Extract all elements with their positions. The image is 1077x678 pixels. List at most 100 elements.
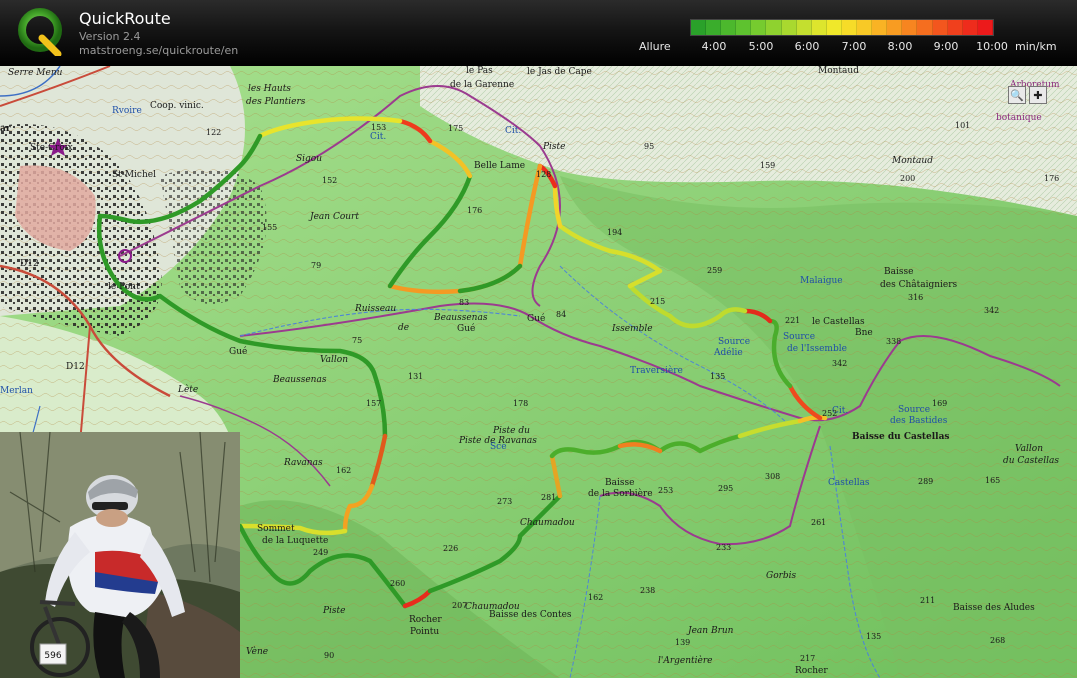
map-place-label: Gué [229, 347, 248, 357]
map-place-label: Pointu [410, 627, 440, 637]
map-place-label: D12 [20, 259, 39, 269]
map-place-label: Baisse [884, 267, 914, 277]
map-place-label: Piste du [493, 426, 530, 436]
map-elevation-label: 162 [336, 466, 352, 475]
map-place-label: de l'Issemble [787, 344, 847, 354]
map-place-label: Beaussenas [273, 375, 327, 385]
pace-color-swatch [947, 20, 963, 35]
rider-photo: 596 [0, 432, 240, 678]
map-place-label: les Hauts [248, 84, 291, 94]
pace-legend-label: Allure [639, 40, 671, 53]
map-place-label: St-Michel [112, 170, 156, 180]
map-elevation-label: 273 [497, 497, 513, 506]
map-place-label: Piste [543, 142, 566, 152]
pace-color-swatch [841, 20, 858, 35]
pace-tick-label: 7:00 [841, 40, 867, 53]
app-url[interactable]: matstroeng.se/quickroute/en [79, 44, 238, 57]
map-place-label: Jean Brun [688, 626, 734, 636]
map-elevation-label: 162 [588, 593, 604, 602]
pace-color-swatch [826, 20, 842, 35]
map-place-label: Rocher [409, 615, 442, 625]
map-elevation-label: 135 [866, 632, 882, 641]
map-elevation-label: 249 [313, 548, 329, 557]
map-elevation-label: 259 [707, 266, 723, 275]
map-place-label: Coop. vinic. [150, 101, 204, 111]
pan-cross-icon[interactable]: ✚ [1029, 86, 1047, 104]
pace-color-swatch [751, 20, 767, 35]
map-place-label: Sommet [257, 524, 295, 534]
map-elevation-label: 157 [366, 399, 382, 408]
map-tools: 🔍 ✚ [1008, 86, 1047, 104]
map-elevation-label: 221 [785, 316, 801, 325]
map-elevation-label: 122 [206, 128, 222, 137]
map-elevation-label: 252 [822, 409, 838, 418]
map-elevation-label: 260 [390, 579, 406, 588]
map-place-label: Serre Menu [8, 68, 63, 78]
map-place-label: Vallon [1015, 444, 1044, 454]
map-place-label: Montaud [892, 156, 933, 166]
map-elevation-label: 200 [900, 174, 916, 183]
map-place-label: Source [783, 332, 816, 342]
map-elevation-label: 261 [811, 518, 827, 527]
map-place-label: Castellas [828, 478, 870, 488]
map-elevation-label: 308 [765, 472, 781, 481]
pace-color-swatch [962, 20, 978, 35]
map-elevation-label: 342 [984, 306, 1000, 315]
map-elevation-label: 101 [955, 121, 971, 130]
map-elevation-label: 95 [644, 142, 655, 151]
map-place-label: Gué [527, 314, 546, 324]
map-place-label: Ruisseau [355, 304, 397, 314]
map-place-label: Baisse [605, 478, 635, 488]
map-elevation-label: 128 [536, 170, 552, 179]
map-elevation-label: 238 [640, 586, 656, 595]
pace-color-swatch [796, 20, 812, 35]
map-place-label: Cit. [370, 132, 387, 142]
map-elevation-label: 175 [448, 124, 464, 133]
map-elevation-label: 207 [452, 601, 468, 610]
map-place-label: Piste [323, 606, 346, 616]
pace-tick-label: 8:00 [887, 40, 913, 53]
map-elevation-label: 281 [541, 493, 557, 502]
pace-tick-label: 6:00 [794, 40, 820, 53]
pace-color-swatch [857, 20, 873, 35]
map-place-label: de la Sorbière [588, 489, 653, 499]
pace-tick-label: 5:00 [748, 40, 774, 53]
map-elevation-label: 215 [650, 297, 666, 306]
pace-tick-label: 4:00 [701, 40, 727, 53]
pace-color-swatch [706, 20, 722, 35]
map-elevation-label: 226 [443, 544, 459, 553]
pace-color-swatch [902, 20, 918, 35]
pace-color-swatch [736, 20, 752, 35]
pace-tick-label: 9:00 [933, 40, 959, 53]
map-place-label: Montaud [818, 66, 859, 76]
map-place-label: Sce [490, 442, 507, 452]
map-place-label: Malaigue [800, 276, 843, 286]
map-place-label: le Jas de Cape [527, 67, 592, 77]
map-elevation-label: 176 [1044, 174, 1060, 183]
pace-color-scale [690, 19, 994, 36]
map-elevation-label: 169 [932, 399, 948, 408]
map-place-label: du Castellas [1003, 456, 1059, 466]
map-place-label: Bne [855, 328, 873, 338]
map-place-label: Beaussenas [434, 313, 488, 323]
map-elevation-label: 139 [675, 638, 691, 647]
map-place-label: D12 [66, 362, 85, 372]
quickroute-logo-icon [18, 8, 62, 58]
map-place-label: Vallon [320, 355, 349, 365]
map-place-label: Source [718, 337, 751, 347]
map-place-label: Source [898, 405, 931, 415]
app-version: Version 2.4 [79, 30, 141, 43]
map-elevation-label: 131 [408, 372, 424, 381]
pace-unit: min/km [1015, 40, 1057, 53]
map-place-label: Merlan [0, 386, 33, 396]
map-place-label: Jean Court [310, 212, 359, 222]
map-place-label: Traversière [630, 366, 683, 376]
zoom-magnifier-icon[interactable]: 🔍 [1008, 86, 1026, 104]
map-place-label: le Pont [108, 282, 140, 292]
pace-color-swatch [811, 20, 827, 35]
map-elevation-label: 233 [716, 543, 732, 552]
map-place-label: Issemble [612, 324, 653, 334]
map-place-label: Ste-Croix [30, 143, 73, 153]
pace-color-swatch [781, 20, 797, 35]
app-title: QuickRoute [79, 9, 171, 28]
